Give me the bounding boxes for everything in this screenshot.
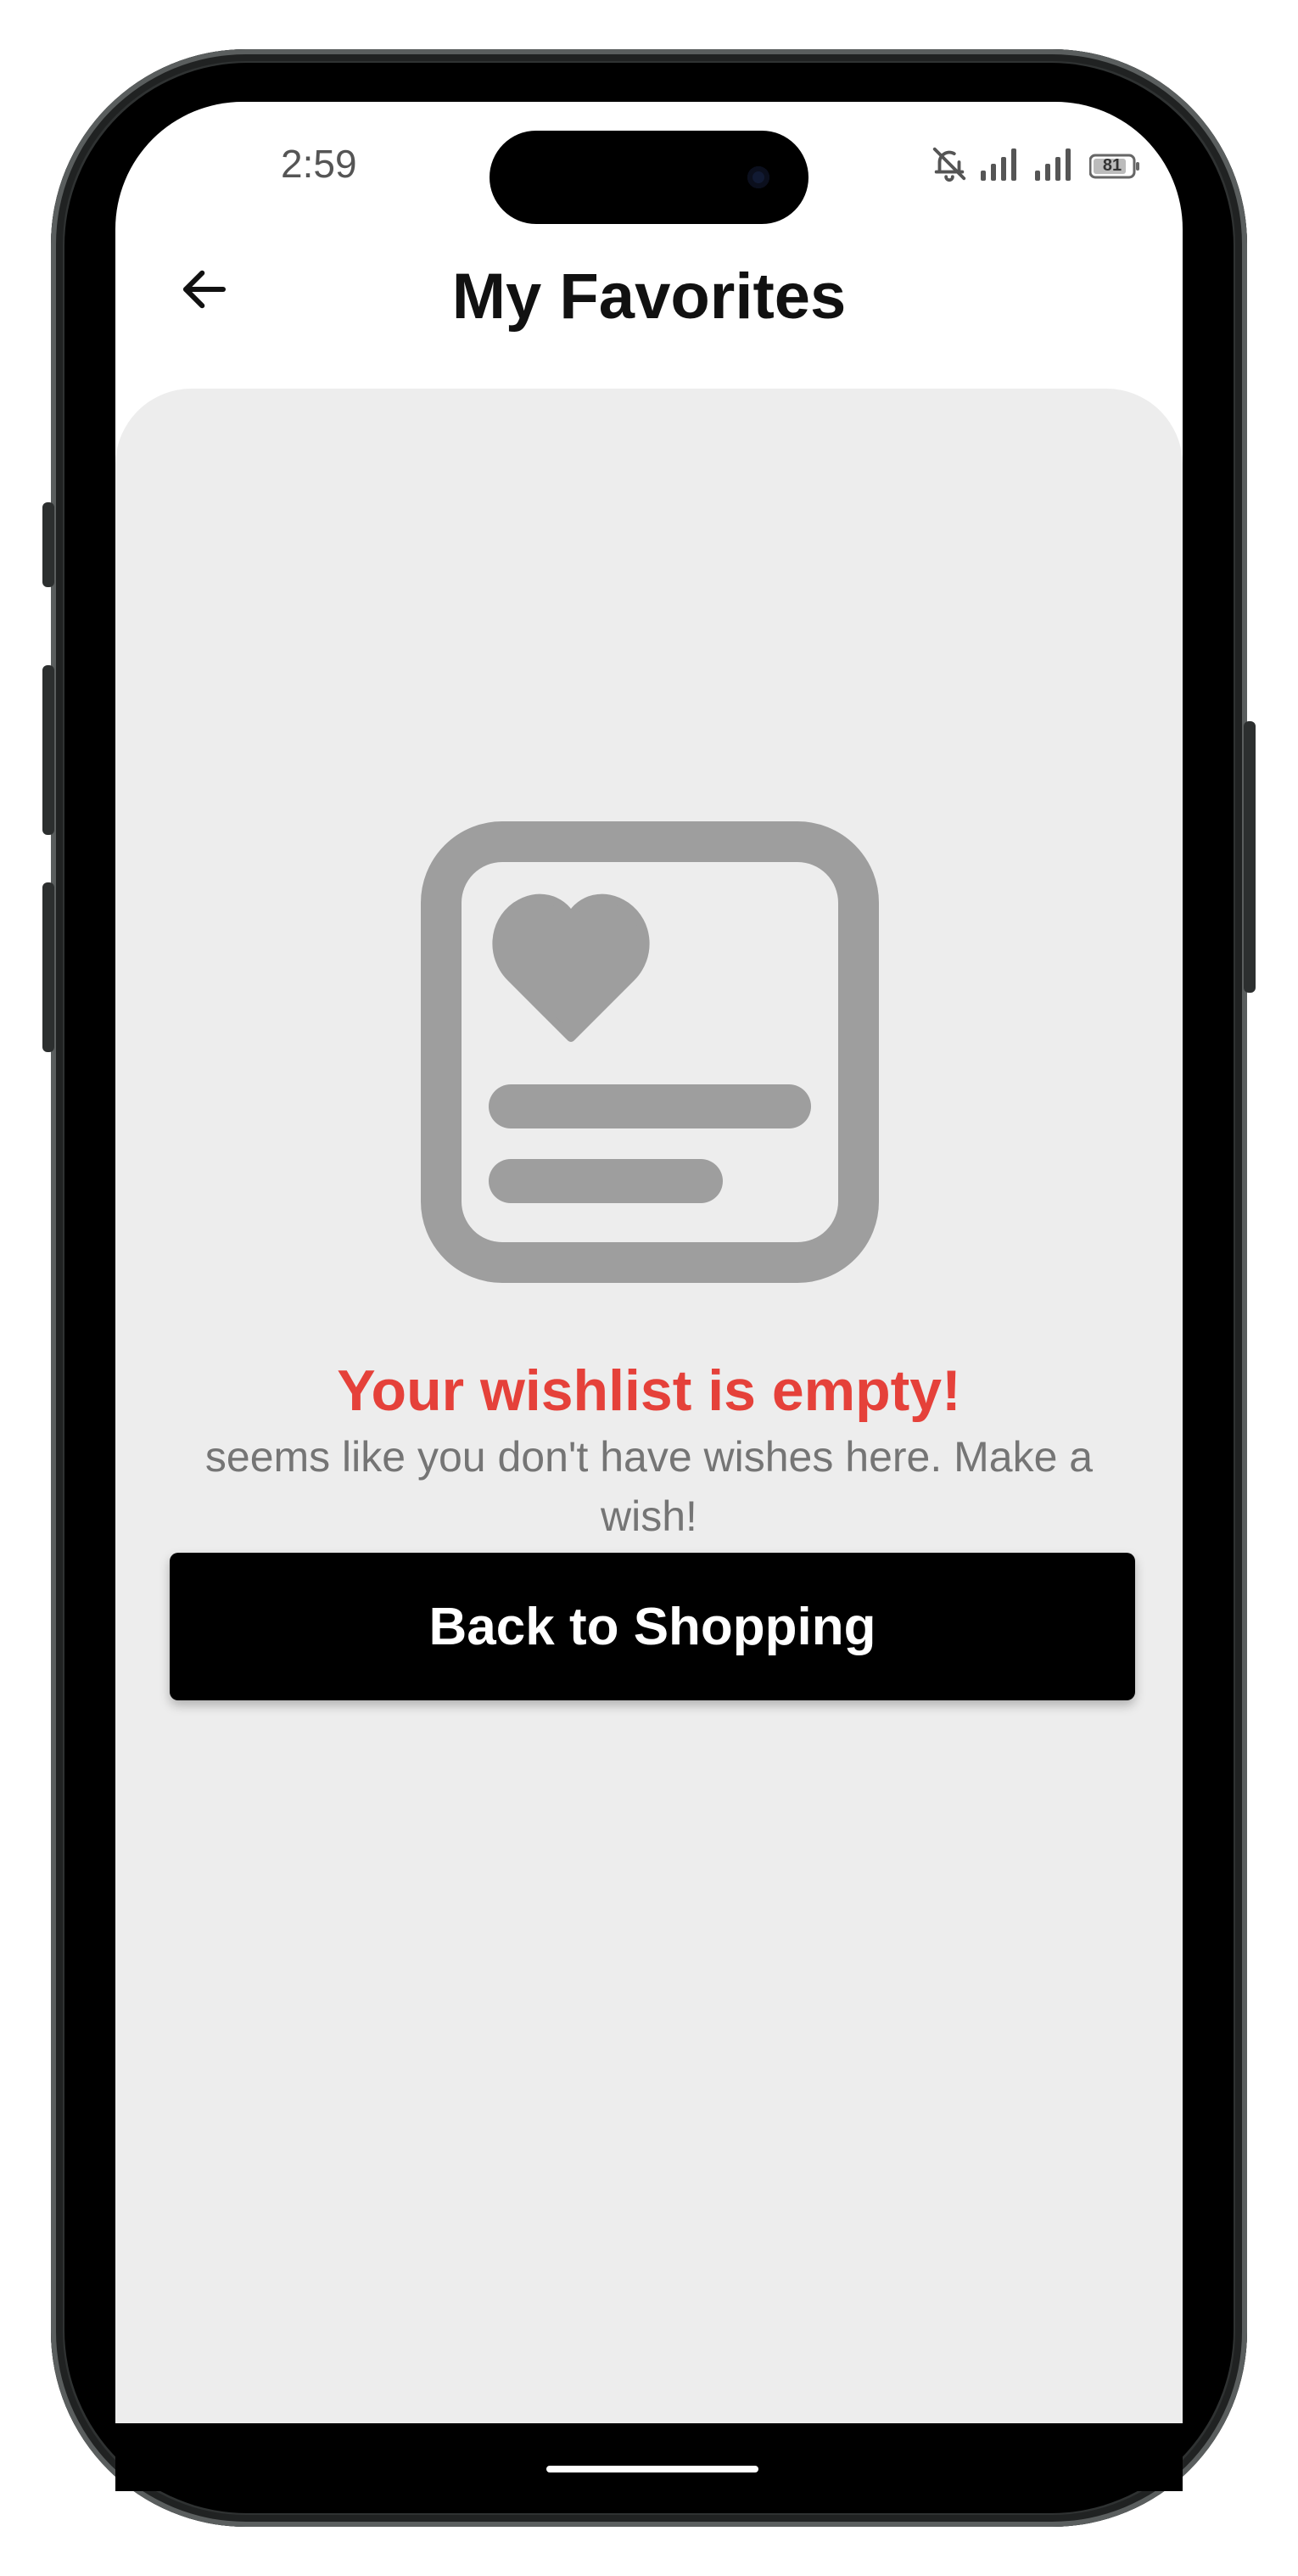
battery-level: 81 <box>1102 155 1122 175</box>
bottom-bar <box>115 2423 1183 2491</box>
dynamic-island <box>490 131 808 224</box>
signal-icon <box>981 147 1023 185</box>
empty-state-subtitle: seems like you don't have wishes here. M… <box>204 1433 1094 1540</box>
page-title: My Favorites <box>451 260 847 333</box>
status-bar: 2:59 81 <box>115 102 1183 224</box>
status-icons: 81 <box>930 144 1140 188</box>
signal-icon <box>1035 147 1077 185</box>
power-button <box>1244 721 1256 993</box>
status-time: 2:59 <box>281 142 357 186</box>
silent-switch <box>42 502 54 587</box>
battery-icon: 81 <box>1088 154 1140 179</box>
camera-lens <box>747 166 769 188</box>
volume-up-button <box>42 665 54 835</box>
bell-off-icon <box>930 144 969 188</box>
volume-down-button <box>42 882 54 1052</box>
back-to-shopping-button[interactable]: Back to Shopping <box>170 1553 1135 1700</box>
app-header: My Favorites <box>115 229 1183 356</box>
empty-state-title: Your wishlist is empty! <box>337 1358 961 1423</box>
home-indicator[interactable] <box>546 2466 758 2472</box>
wishlist-card-heart-icon <box>421 821 879 1283</box>
screen: 2:59 81 My Favorites Your wishlist is em… <box>115 102 1183 2478</box>
